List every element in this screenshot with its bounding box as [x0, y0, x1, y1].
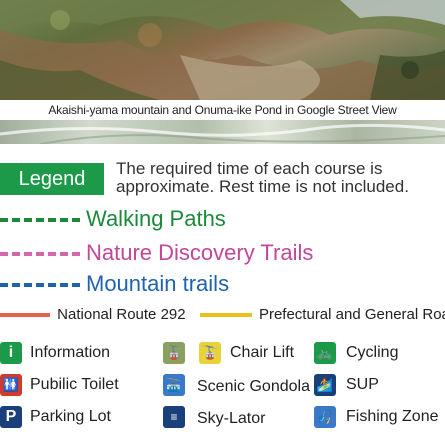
sky-lator-label: Sky-Lator	[197, 410, 266, 427]
parking-icon: P	[0, 406, 22, 428]
time-note-line1: The required time of each course is	[116, 159, 383, 178]
information-icon: i	[0, 342, 22, 364]
photo-caption: Akaishi-yama mountain and Onuma-ike Pond…	[0, 100, 445, 120]
parking-label: Parking Lot	[30, 408, 111, 425]
sup-label: SUP	[346, 376, 379, 393]
toilet-label: Pubilic Toilet	[30, 376, 119, 393]
time-note: The required time of each course is appr…	[116, 160, 409, 196]
cycling-icon: 🚲	[314, 342, 336, 364]
fishing-icon: 🎣	[314, 406, 336, 428]
landscape-illustration	[0, 0, 445, 100]
gondola-label: Scenic Gondola	[197, 378, 310, 395]
chair-lift-label: Chair Lift	[230, 344, 295, 361]
map-strip	[0, 120, 445, 144]
mountain-trail-label: Mountain trails	[86, 271, 230, 296]
sky-lator-icon: ≡	[163, 406, 185, 428]
gondola-icon: 🚠	[163, 374, 185, 396]
legend-nature-trails: Nature Discovery Trails	[0, 240, 313, 266]
prefectural-road-label: Prefectural and General Roads	[258, 306, 445, 323]
nature-trail-label: Nature Discovery Trails	[86, 240, 314, 265]
prefectural-road-line	[199, 313, 252, 318]
fishing-label: Fishing Zone	[346, 408, 439, 425]
legend-walking-paths: Walking Paths	[0, 206, 226, 232]
street-view-photo	[0, 0, 445, 100]
chair-lift-icon-2: 🚡	[199, 342, 221, 364]
legend-badge: Legend	[0, 163, 104, 195]
national-route-line	[0, 313, 50, 318]
time-note-line2: approximate. Rest time is not included.	[116, 177, 409, 196]
mountain-trail-line	[0, 283, 80, 288]
national-route-label: National Route 292	[57, 306, 186, 323]
legend-mountain-trails: Mountain trails	[0, 271, 229, 297]
sup-icon: 🏄	[314, 374, 336, 396]
walking-path-line	[0, 218, 80, 223]
map-texture	[0, 123, 445, 144]
chair-lift-icon: 🚡	[163, 342, 185, 364]
legend-roads: National Route 292 Prefectural and Gener…	[0, 306, 445, 326]
nature-trail-line	[0, 252, 80, 257]
walking-path-label: Walking Paths	[86, 206, 226, 231]
toilet-icon: 🚻	[0, 374, 22, 396]
information-label: Information	[30, 344, 111, 361]
cycling-label: Cycling	[346, 344, 399, 361]
